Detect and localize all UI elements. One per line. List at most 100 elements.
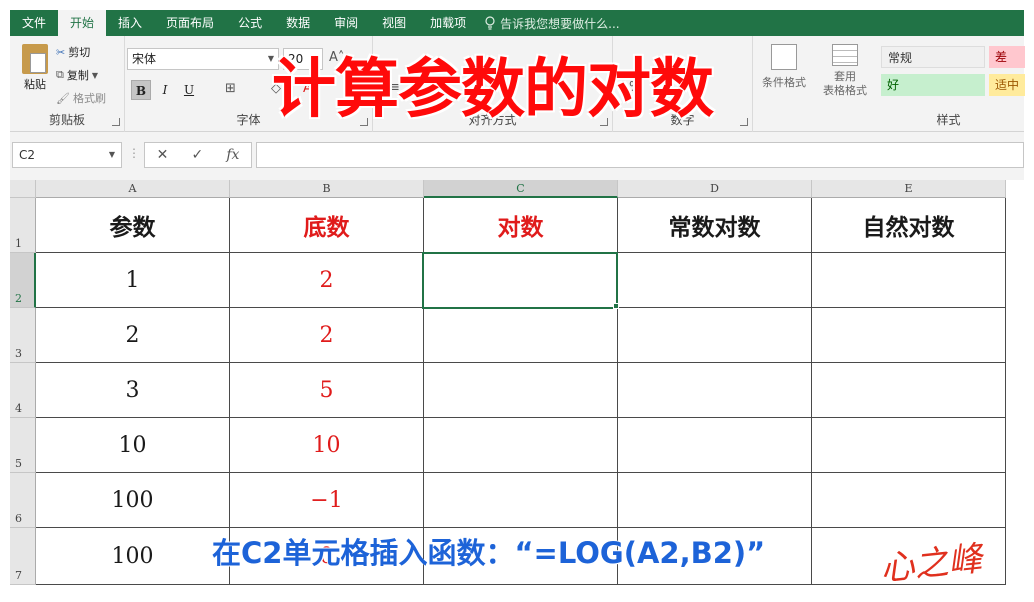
tab-insert[interactable]: 插入 [106,10,154,36]
column-header-a[interactable]: A [36,180,230,198]
cell-b6[interactable]: −1 [230,473,424,528]
style-neutral[interactable]: 适中 [989,74,1025,96]
cell-b2[interactable]: 2 [230,253,424,308]
cell-d3[interactable] [618,308,812,363]
scissors-icon: ✂ [56,45,66,59]
border-icon[interactable]: ⊞ [225,81,236,96]
formula-input[interactable] [256,142,1024,168]
number-launcher-icon[interactable] [740,118,748,126]
copy-icon: ⧉ [56,68,64,81]
cell-b5[interactable]: 10 [230,418,424,473]
cell-c3[interactable] [424,308,618,363]
conditional-format-button[interactable]: 条件格式 [757,44,811,90]
tab-formulas[interactable]: 公式 [226,10,274,36]
table-format-button[interactable]: 套用 表格格式 [817,44,873,98]
row-header-2[interactable]: 2 [10,253,36,308]
cell-a3[interactable]: 2 [36,308,230,363]
tab-view[interactable]: 视图 [370,10,418,36]
cell-e6[interactable] [812,473,1006,528]
paste-button[interactable]: 粘贴 [18,44,52,92]
name-box-value: C2 [19,148,36,162]
cell-b3[interactable]: 2 [230,308,424,363]
cell-e5[interactable] [812,418,1006,473]
tab-addins[interactable]: 加载项 [418,10,478,36]
cell-a7[interactable]: 100 [36,528,230,585]
cell-a2[interactable]: 1 [36,253,230,308]
chevron-down-icon: ▼ [91,70,99,80]
chevron-down-icon: ▼ [108,150,115,159]
fill-handle[interactable] [613,303,619,309]
brush-icon: 🖌 [56,91,70,105]
cell-d6[interactable] [618,473,812,528]
tab-review[interactable]: 审阅 [322,10,370,36]
lightbulb-icon [485,16,495,30]
formula-bar: C2 ▼ ⋮ ✕ ✓ fx [10,132,1024,180]
copy-button[interactable]: ⧉ 复制 ▼ [56,67,98,83]
cell-d1[interactable]: 常数对数 [618,198,812,253]
row-header-6[interactable]: 6 [10,473,36,528]
cell-a6[interactable]: 100 [36,473,230,528]
cancel-icon[interactable]: ✕ [157,147,169,163]
select-all-corner[interactable] [10,180,36,198]
cell-c2[interactable] [424,253,618,308]
row-header-5[interactable]: 5 [10,418,36,473]
paste-label: 粘贴 [24,78,46,91]
cell-c5[interactable] [424,418,618,473]
table-format-icon [832,44,858,66]
font-name-value: 宋体 [132,52,157,66]
format-painter-label: 格式刷 [72,92,106,105]
style-bad[interactable]: 差 [989,46,1025,68]
table-format-label-1: 套用 [834,70,856,83]
ribbon-tab-bar: 文件 开始 插入 页面布局 公式 数据 审阅 视图 加载项 告诉我您想要做什么.… [10,10,1024,36]
tab-data[interactable]: 数据 [274,10,322,36]
cell-c4[interactable] [424,363,618,418]
style-normal[interactable]: 常规 [881,46,985,68]
row-header-7[interactable]: 7 [10,528,36,585]
cell-e4[interactable] [812,363,1006,418]
cell-d5[interactable] [618,418,812,473]
cell-d4[interactable] [618,363,812,418]
row-header-1[interactable]: 1 [10,198,36,253]
column-header-d[interactable]: D [618,180,812,198]
copy-label: 复制 [66,69,89,82]
cell-e3[interactable] [812,308,1006,363]
tell-me-search[interactable]: 告诉我您想要做什么... [484,15,620,32]
row-header-4[interactable]: 4 [10,363,36,418]
clipboard-launcher-icon[interactable] [112,118,120,126]
clipboard-group-label: 剪贴板 [48,113,85,127]
name-box[interactable]: C2 ▼ [12,142,122,168]
row-header-3[interactable]: 3 [10,308,36,363]
font-name-select[interactable]: 宋体 ▼ [127,48,279,70]
overlay-title: 计算参数的对数 [272,53,714,127]
bold-button[interactable]: B [131,80,151,100]
cell-c1[interactable]: 对数 [424,198,618,253]
tab-file[interactable]: 文件 [10,10,58,36]
enter-icon[interactable]: ✓ [191,147,203,163]
cell-d2[interactable] [618,253,812,308]
insert-function-icon[interactable]: fx [226,147,239,163]
italic-button[interactable]: I [155,80,175,100]
cell-e1[interactable]: 自然对数 [812,198,1006,253]
conditional-format-label: 条件格式 [762,76,806,89]
cell-a1[interactable]: 参数 [36,198,230,253]
table-format-label-2: 表格格式 [823,84,867,97]
cell-b4[interactable]: 5 [230,363,424,418]
cell-b1[interactable]: 底数 [230,198,424,253]
tab-page-layout[interactable]: 页面布局 [154,10,226,36]
cut-label: 剪切 [68,46,91,59]
overlay-caption: 在C2单元格插入函数：“=LOG(A2,B2)” [212,536,766,570]
conditional-format-icon [771,44,797,70]
cell-a4[interactable]: 3 [36,363,230,418]
clipboard-group: 粘贴 ✂ 剪切 ⧉ 复制 ▼ 🖌 格式刷 剪贴板 [10,36,125,132]
underline-button[interactable]: U [179,80,199,100]
column-header-e[interactable]: E [812,180,1006,198]
tab-home[interactable]: 开始 [58,10,107,36]
format-painter-button[interactable]: 🖌 格式刷 [56,90,106,106]
column-header-b[interactable]: B [230,180,424,198]
cell-a5[interactable]: 10 [36,418,230,473]
column-header-c[interactable]: C [424,180,618,198]
cell-e2[interactable] [812,253,1006,308]
cut-button[interactable]: ✂ 剪切 [56,44,90,60]
cell-c6[interactable] [424,473,618,528]
style-good[interactable]: 好 [881,74,985,96]
